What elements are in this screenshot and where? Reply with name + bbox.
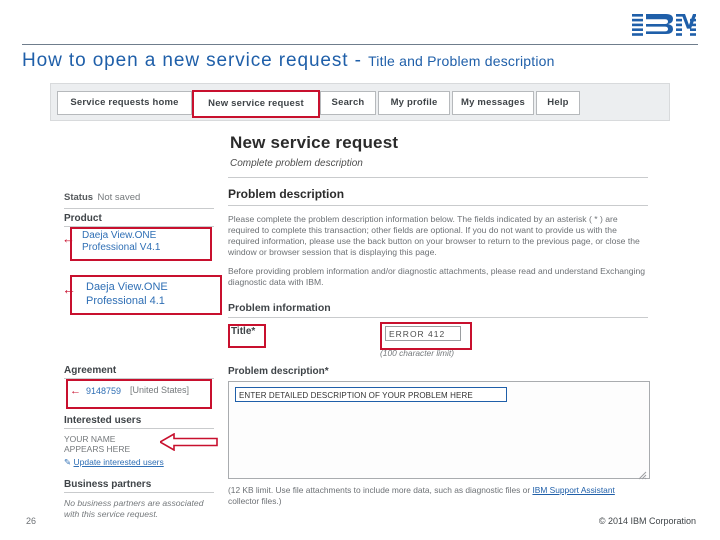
problem-description-field-label: Problem description* <box>228 366 653 377</box>
product-section: Product ← Daeja View.ONE Professional V4… <box>62 213 222 315</box>
agreement-country: [United States] <box>130 385 190 395</box>
attachment-note-text-2: collector files.) <box>228 496 282 506</box>
status-label: Status <box>64 192 94 203</box>
problem-information-divider <box>228 317 648 318</box>
status-section: Status Not saved <box>64 187 214 214</box>
content-panel: New service request Complete problem des… <box>50 125 668 519</box>
slide-number: 26 <box>26 516 37 526</box>
business-partners-text: No business partners are associated with… <box>64 498 204 519</box>
product-value-line2[interactable]: Professional V4.1 <box>82 242 160 254</box>
title-input[interactable]: ERROR 412 <box>385 326 461 341</box>
ibm-logo <box>632 14 696 40</box>
instructions-paragraph-1: Please complete the problem description … <box>228 214 640 257</box>
required-asterisk: * <box>251 326 256 337</box>
problem-description-textarea[interactable]: ENTER DETAILED DESCRIPTION OF YOUR PROBL… <box>228 381 650 480</box>
nav-tab-service-requests-home[interactable]: Service requests home <box>57 91 192 115</box>
agreement-section: Agreement ← 9148759 [United States] <box>64 365 214 409</box>
nav-tab-new-service-request[interactable]: New service request <box>192 90 320 118</box>
arrow-left-icon-2: ← <box>62 281 76 297</box>
attachment-note-text-1: (12 KB limit. Use file attachments to in… <box>228 485 533 495</box>
page-title: How to open a new service request - Titl… <box>22 50 702 72</box>
resize-grip-icon[interactable] <box>638 467 647 480</box>
nav-tab-help[interactable]: Help <box>536 91 580 115</box>
embedded-screenshot: Service requests home New service reques… <box>45 80 675 519</box>
problem-description-title: Problem description <box>228 187 345 201</box>
problem-description-form: Problem description Please complete the … <box>228 187 653 507</box>
partners-divider <box>64 492 214 493</box>
product-value2-line2[interactable]: Professional 4.1 <box>86 295 165 307</box>
arrow-left-icon: ← <box>62 231 75 246</box>
nav-tab-label: Service requests home <box>70 97 179 108</box>
nav-tab-label: My profile <box>390 97 438 108</box>
business-partners-label: Business partners <box>64 479 152 490</box>
arrow-left-large-icon <box>158 432 218 452</box>
status-divider <box>64 208 214 209</box>
interested-users-label: Interested users <box>64 415 142 426</box>
copyright-notice: © 2014 IBM Corporation <box>598 516 696 526</box>
title-field-label: Title* <box>231 326 255 337</box>
navigation-bar: Service requests home New service reques… <box>50 83 670 121</box>
problem-desc-label-text: Problem description <box>228 366 325 377</box>
agreement-value[interactable]: 9148759 <box>86 385 121 397</box>
edit-icon: ✎ <box>64 457 72 467</box>
ibm-support-assistant-link[interactable]: IBM Support Assistant <box>532 485 614 495</box>
nav-tab-my-messages[interactable]: My messages <box>452 91 534 115</box>
business-partners-section: Business partners No business partners a… <box>64 479 214 520</box>
nav-tab-my-profile[interactable]: My profile <box>378 91 450 115</box>
update-interested-users-link[interactable]: Update interested users <box>74 457 164 467</box>
nav-tab-label: New service request <box>208 98 304 109</box>
title-field-row: Title* ERROR 412 (100 character limit) <box>228 322 653 358</box>
attachment-note: (12 KB limit. Use file attachments to in… <box>228 485 648 507</box>
status-value: Not saved <box>97 192 141 203</box>
nav-tab-label: Search <box>331 97 365 108</box>
interested-users-section: Interested users YOUR NAME APPEARS HERE … <box>64 415 224 468</box>
form-heading: New service request <box>230 133 399 152</box>
arrow-left-icon-3: ← <box>70 385 81 397</box>
header-divider <box>22 44 698 45</box>
form-subheading: Complete problem description <box>230 158 363 169</box>
title-character-limit-note: (100 character limit) <box>380 348 455 358</box>
nav-tab-label: Help <box>547 97 569 108</box>
page-title-sub: Title and Problem description <box>368 53 555 69</box>
page-title-main: How to open a new service request - <box>22 50 369 71</box>
instructions-paragraph-2: Before providing problem information and… <box>228 266 646 287</box>
heading-divider <box>228 177 648 178</box>
problem-information-title: Problem information <box>228 302 331 314</box>
problem-description-divider <box>228 205 648 206</box>
problem-description-textarea-value[interactable]: ENTER DETAILED DESCRIPTION OF YOUR PROBL… <box>235 387 507 402</box>
product-value-line1[interactable]: Daeja View.ONE <box>82 230 156 242</box>
nav-tab-search[interactable]: Search <box>320 91 376 115</box>
title-label-text: Title <box>231 326 252 337</box>
users-divider <box>64 428 214 429</box>
product-value2-line1[interactable]: Daeja View.ONE <box>86 281 168 293</box>
agreement-label: Agreement <box>64 365 117 376</box>
required-asterisk-2: * <box>324 366 329 377</box>
nav-tab-label: My messages <box>461 97 525 108</box>
product-label: Product <box>64 213 102 224</box>
